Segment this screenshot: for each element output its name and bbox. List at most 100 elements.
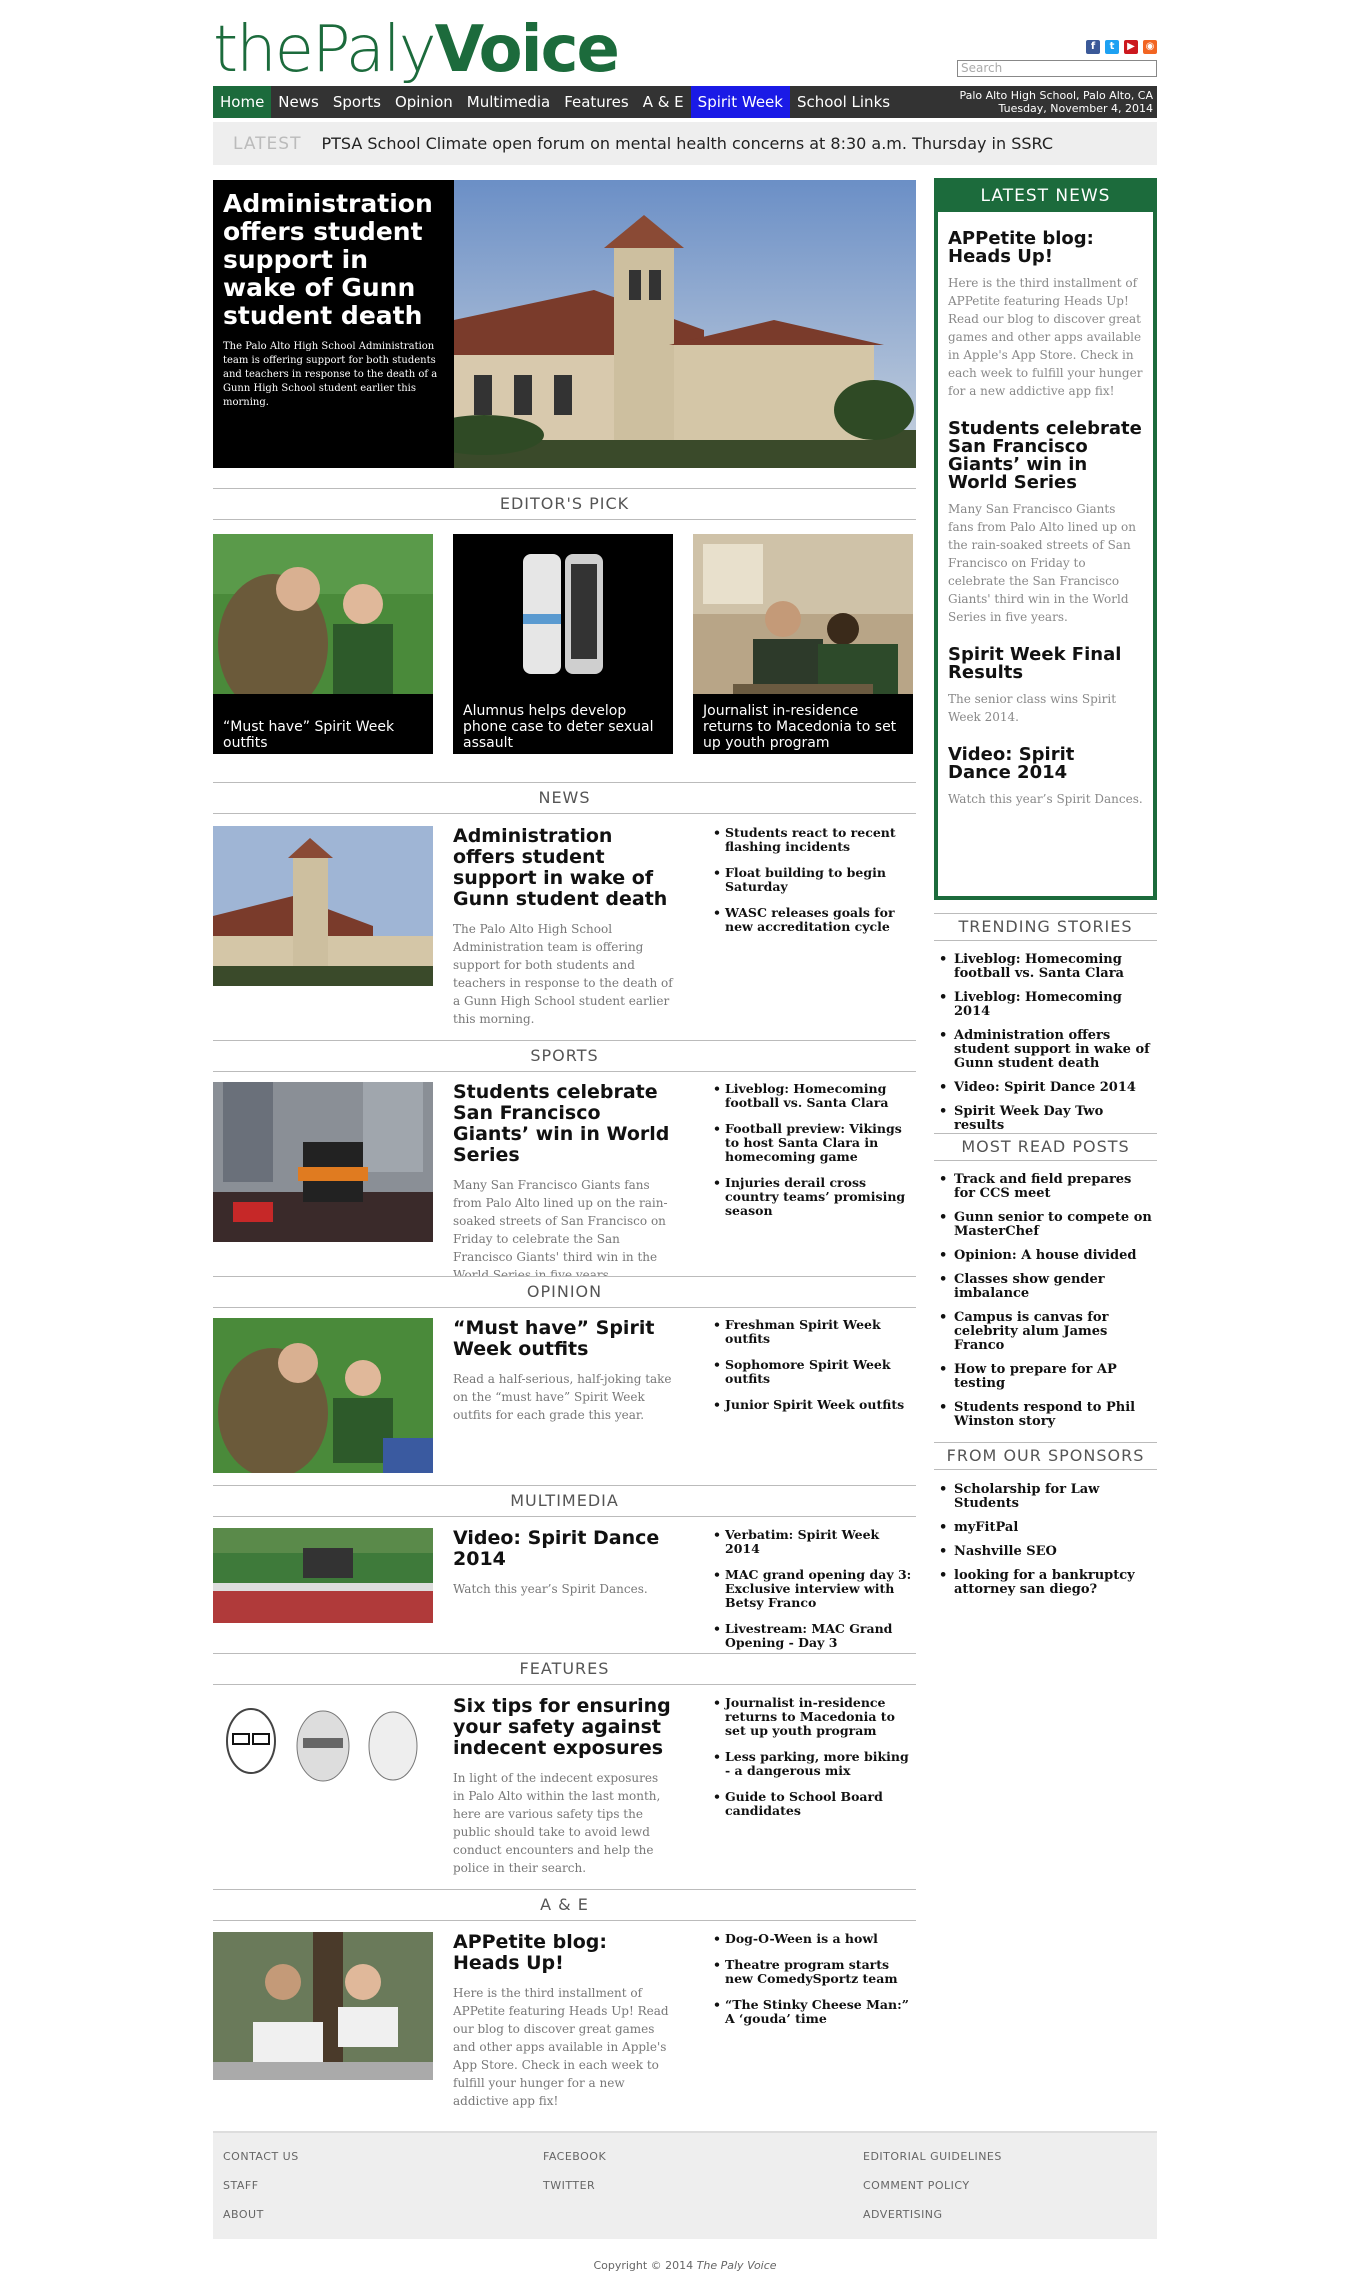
features-link[interactable]: Guide to School Board candidates	[713, 1790, 918, 1818]
ae-related-links: Dog-O-Ween is a howl Theatre program sta…	[713, 1932, 918, 2038]
twitter-icon[interactable]: t	[1105, 40, 1119, 54]
multimedia-headline[interactable]: Video: Spirit Dance 2014	[453, 1528, 673, 1570]
news-link[interactable]: Float building to begin Saturday	[713, 866, 918, 894]
sports-link[interactable]: Liveblog: Homecoming football vs. Santa …	[713, 1082, 918, 1110]
copyright-prefix: Copyright © 2014	[593, 2259, 697, 2272]
opinion-thumbnail[interactable]	[213, 1318, 433, 1477]
latest-news-title[interactable]: Video: Spirit Dance 2014	[948, 746, 1143, 782]
most-read-item[interactable]: Campus is canvas for celebrity alum Jame…	[934, 1311, 1157, 1353]
editors-pick-item[interactable]: Alumnus helps develop phone case to dete…	[453, 534, 673, 754]
trending-item[interactable]: Video: Spirit Dance 2014	[934, 1081, 1157, 1096]
ae-link[interactable]: Theatre program starts new ComedySportz …	[713, 1958, 918, 1986]
youtube-icon[interactable]: ▶	[1124, 40, 1138, 54]
main-nav: Home News Sports Opinion Multimedia Feat…	[213, 86, 1157, 118]
multimedia-link[interactable]: Verbatim: Spirit Week 2014	[713, 1528, 918, 1556]
latest-news-heading: LATEST NEWS	[938, 182, 1153, 212]
news-link[interactable]: Students react to recent flashing incide…	[713, 826, 918, 854]
footer-advertising-link[interactable]: ADVERTISING	[863, 2208, 1002, 2221]
trending-item[interactable]: Administration offers student support in…	[934, 1029, 1157, 1071]
page: thePalyVoice f t ▶ ◉ Search Home News Sp…	[213, 0, 1157, 2291]
footer-col-1: CONTACT US STAFF ABOUT	[223, 2150, 299, 2237]
editors-pick-heading: EDITOR'S PICK	[213, 488, 916, 520]
ae-link[interactable]: “The Stinky Cheese Man:” A ‘gouda’ time	[713, 1998, 918, 2026]
trending-item[interactable]: Liveblog: Homecoming 2014	[934, 991, 1157, 1019]
multimedia-link[interactable]: MAC grand opening day 3: Exclusive inter…	[713, 1568, 918, 1610]
most-read-item[interactable]: Opinion: A house divided	[934, 1249, 1157, 1264]
ae-link[interactable]: Dog-O-Ween is a howl	[713, 1932, 918, 1947]
rss-icon[interactable]: ◉	[1143, 40, 1157, 54]
nav-location: Palo Alto High School, Palo Alto, CA	[959, 89, 1153, 102]
nav-ae[interactable]: A & E	[636, 86, 691, 118]
sponsor-item[interactable]: Nashville SEO	[934, 1545, 1157, 1560]
sports-heading: SPORTS	[213, 1040, 916, 1072]
news-summary: The Palo Alto High School Administration…	[453, 922, 673, 1026]
sports-link[interactable]: Football preview: Vikings to host Santa …	[713, 1122, 918, 1164]
hero-title[interactable]: Administration offers student support in…	[223, 190, 444, 330]
sports-link[interactable]: Injuries derail cross country teams’ pro…	[713, 1176, 918, 1218]
features-thumbnail[interactable]	[213, 1696, 433, 1810]
latest-news-summary: Watch this year’s Spirit Dances.	[948, 792, 1143, 806]
most-read-item[interactable]: How to prepare for AP testing	[934, 1363, 1157, 1391]
editors-pick-item[interactable]: Journalist in-residence returns to Maced…	[693, 534, 913, 754]
nav-spirit-week[interactable]: Spirit Week	[690, 86, 790, 118]
footer-staff-link[interactable]: STAFF	[223, 2179, 299, 2192]
footer-facebook-link[interactable]: FACEBOOK	[543, 2150, 606, 2163]
latest-ticker: LATEST PTSA School Climate open forum on…	[213, 122, 1157, 165]
footer-about-link[interactable]: ABOUT	[223, 2208, 299, 2221]
trending-item[interactable]: Spirit Week Day Two results	[934, 1105, 1157, 1133]
most-read-item[interactable]: Classes show gender imbalance	[934, 1273, 1157, 1301]
nav-features[interactable]: Features	[557, 86, 636, 118]
nav-home[interactable]: Home	[213, 86, 272, 118]
features-headline[interactable]: Six tips for ensuring your safety agains…	[453, 1696, 673, 1759]
nav-multimedia[interactable]: Multimedia	[460, 86, 557, 118]
news-link[interactable]: WASC releases goals for new accreditatio…	[713, 906, 918, 934]
trending-item[interactable]: Liveblog: Homecoming football vs. Santa …	[934, 953, 1157, 981]
most-read-item[interactable]: Track and field prepares for CCS meet	[934, 1173, 1157, 1201]
most-read-list: Track and field prepares for CCS meet Gu…	[934, 1173, 1157, 1439]
opinion-link[interactable]: Freshman Spirit Week outfits	[713, 1318, 918, 1346]
latest-news-title[interactable]: Students celebrate San Francisco Giants’…	[948, 420, 1143, 492]
nav-sports[interactable]: Sports	[326, 86, 388, 118]
footer-contact-link[interactable]: CONTACT US	[223, 2150, 299, 2163]
sponsor-item[interactable]: myFitPal	[934, 1521, 1157, 1536]
footer-twitter-link[interactable]: TWITTER	[543, 2179, 606, 2192]
news-headline[interactable]: Administration offers student support in…	[453, 826, 673, 910]
multimedia-link[interactable]: Livestream: MAC Grand Opening - Day 3	[713, 1622, 918, 1650]
hero-image[interactable]	[454, 180, 916, 468]
nav-opinion[interactable]: Opinion	[388, 86, 460, 118]
news-thumbnail[interactable]	[213, 826, 433, 990]
nav-news[interactable]: News	[271, 86, 326, 118]
nav-date: Tuesday, November 4, 2014	[998, 102, 1153, 115]
sponsor-item[interactable]: looking for a bankruptcy attorney san di…	[934, 1569, 1157, 1597]
most-read-item[interactable]: Gunn senior to compete on MasterChef	[934, 1211, 1157, 1239]
footer-comment-policy-link[interactable]: COMMENT POLICY	[863, 2179, 1002, 2192]
multimedia-thumbnail[interactable]	[213, 1528, 433, 1627]
features-link[interactable]: Journalist in-residence returns to Maced…	[713, 1696, 918, 1738]
multimedia-related-links: Verbatim: Spirit Week 2014 MAC grand ope…	[713, 1528, 918, 1662]
latest-news-title[interactable]: APPetite blog: Heads Up!	[948, 230, 1143, 266]
most-read-item[interactable]: Students respond to Phil Winston story	[934, 1401, 1157, 1429]
hero-story[interactable]: Administration offers student support in…	[213, 180, 916, 468]
nav-school-links[interactable]: School Links	[790, 86, 897, 118]
latest-text[interactable]: PTSA School Climate open forum on mental…	[321, 134, 1053, 153]
opinion-link[interactable]: Junior Spirit Week outfits	[713, 1398, 918, 1413]
sponsor-item[interactable]: Scholarship for Law Students	[934, 1483, 1157, 1511]
latest-news-title[interactable]: Spirit Week Final Results	[948, 646, 1143, 682]
opinion-summary: Read a half-serious, half-joking take on…	[453, 1372, 672, 1422]
footer-guidelines-link[interactable]: EDITORIAL GUIDELINES	[863, 2150, 1002, 2163]
features-related-links: Journalist in-residence returns to Maced…	[713, 1696, 918, 1830]
opinion-headline[interactable]: “Must have” Spirit Week outfits	[453, 1318, 673, 1360]
social-links: f t ▶ ◉	[1086, 40, 1157, 54]
editors-pick-item[interactable]: “Must have” Spirit Week outfits	[213, 534, 433, 754]
site-logo[interactable]: thePalyVoice	[213, 14, 620, 86]
sports-thumbnail[interactable]	[213, 1082, 433, 1246]
footer-col-2: FACEBOOK TWITTER	[543, 2150, 606, 2208]
ae-headline[interactable]: APPetite blog: Heads Up!	[453, 1932, 673, 1974]
opinion-link[interactable]: Sophomore Spirit Week outfits	[713, 1358, 918, 1386]
features-link[interactable]: Less parking, more biking - a dangerous …	[713, 1750, 918, 1778]
ae-thumbnail[interactable]	[213, 1932, 433, 2084]
facebook-icon[interactable]: f	[1086, 40, 1100, 54]
latest-news-item: APPetite blog: Heads Up! Here is the thi…	[938, 230, 1153, 400]
search-input[interactable]: Search	[957, 60, 1157, 77]
sports-headline[interactable]: Students celebrate San Francisco Giants’…	[453, 1082, 673, 1166]
